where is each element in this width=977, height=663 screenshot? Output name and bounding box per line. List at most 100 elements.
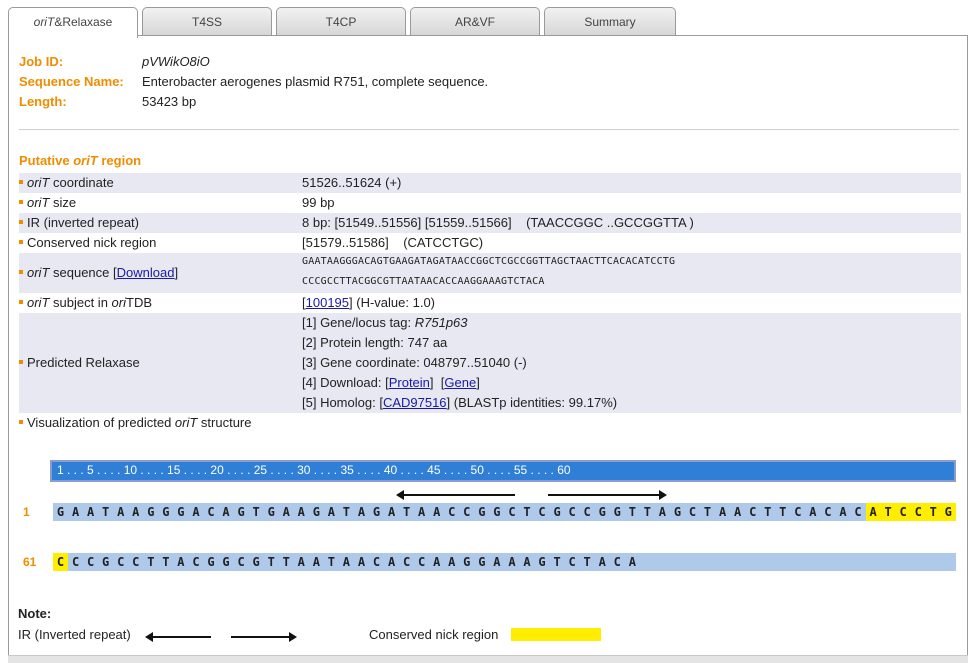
- base: A: [342, 555, 351, 569]
- base: A: [433, 505, 441, 519]
- base: A: [357, 505, 366, 519]
- base: C: [237, 555, 245, 569]
- base: T: [628, 505, 636, 519]
- viz-pre: Visualization of predicted: [27, 415, 175, 430]
- base: C: [402, 555, 411, 569]
- base: A: [523, 555, 531, 569]
- base: C: [71, 555, 80, 569]
- gene-download-link[interactable]: Gene: [444, 375, 476, 390]
- ir-left-arrow: [396, 490, 515, 500]
- base: T: [402, 505, 411, 519]
- base: C: [87, 555, 95, 569]
- base: G: [478, 555, 486, 569]
- base: C: [372, 555, 381, 569]
- base: A: [865, 503, 881, 521]
- tab-orit-relaxase[interactable]: oriT&Relaxase: [8, 7, 138, 38]
- homolog-link[interactable]: CAD97516: [383, 395, 447, 410]
- orit-size-value: 99 bp: [302, 195, 335, 210]
- tab-summary[interactable]: Summary: [544, 7, 676, 36]
- orit-size-row: oriT size 99 bp: [19, 193, 961, 213]
- base: A: [658, 505, 667, 519]
- bottom-scroll-edge: [8, 655, 968, 663]
- sequence-name-value: Enterobacter aerogenes plasmid R751, com…: [142, 74, 489, 89]
- download-mid: ] [: [429, 375, 445, 390]
- base: T: [764, 505, 772, 519]
- base: T: [327, 555, 335, 569]
- base: A: [839, 505, 847, 519]
- h-value: (H-value: 1.0): [356, 295, 435, 310]
- base: T: [342, 505, 351, 519]
- ir-label: IR (inverted repeat): [19, 213, 139, 233]
- base: G: [177, 505, 185, 519]
- tab-orit-italic: oriT: [33, 15, 55, 29]
- label-mid: subject in: [49, 295, 112, 310]
- label-italic: oriT: [27, 265, 50, 280]
- base: T: [282, 555, 290, 569]
- gene-tag-value: R751p63: [414, 315, 468, 330]
- orit-size-label: oriT size: [19, 193, 76, 213]
- base: G: [493, 505, 501, 519]
- base: C: [192, 555, 200, 569]
- base: C: [749, 505, 757, 519]
- base: T: [643, 505, 651, 519]
- base: T: [162, 555, 170, 569]
- tab-t4ss[interactable]: T4SS: [142, 7, 272, 36]
- base: A: [508, 555, 516, 569]
- base: G: [267, 505, 275, 519]
- length-value: 53423 bp: [142, 94, 197, 109]
- section-title-post: region: [97, 153, 142, 168]
- relaxase-gene-tag: [1] Gene/locus tag: R751p63: [302, 313, 468, 333]
- base: C: [613, 555, 621, 569]
- base: C: [910, 503, 926, 521]
- base: T: [583, 555, 591, 569]
- tab-t4cp[interactable]: T4CP: [276, 7, 406, 36]
- orit-sequence-line-2: CCCGCCTTACGGCGTTAATAACACCAAGGAAAGTCTACA: [302, 276, 545, 287]
- tab-ar-vf[interactable]: AR&VF: [410, 7, 540, 36]
- orit-coordinate-row: oriT coordinate 51526..51624 (+): [19, 173, 961, 193]
- base: C: [824, 505, 832, 519]
- base: T: [267, 555, 275, 569]
- label-end: TDB: [126, 295, 152, 310]
- base: C: [794, 505, 802, 519]
- label-italic-2: ori: [111, 295, 126, 310]
- base: G: [162, 505, 170, 519]
- base: C: [538, 505, 546, 519]
- orit-subject-link[interactable]: 100195: [306, 295, 349, 310]
- orit-download-link[interactable]: Download: [117, 265, 175, 280]
- label-italic: oriT: [27, 175, 50, 190]
- relaxase-gene-coordinate: [3] Gene coordinate: 048797..51040 (-): [302, 355, 527, 370]
- base: G: [222, 555, 230, 569]
- orit-coordinate-label: oriT coordinate: [19, 173, 114, 193]
- base: T: [925, 503, 941, 521]
- base: C: [583, 505, 591, 519]
- orit-subject-value: [100195] (H-value: 1.0): [302, 295, 435, 310]
- label-end: ]: [174, 265, 179, 280]
- nick-legend-label: Conserved nick region: [369, 627, 499, 642]
- visualization-label: Visualization of predicted oriT structur…: [19, 413, 252, 433]
- base: G: [312, 505, 320, 519]
- base: A: [809, 505, 817, 519]
- protein-download-link[interactable]: Protein: [389, 375, 430, 390]
- relaxase-homolog: [5] Homolog: [CAD97516] (BLASTp identiti…: [302, 393, 617, 413]
- base: C: [53, 553, 69, 571]
- base: A: [71, 505, 80, 519]
- relaxase-protein-length: [2] Protein length: 747 aa: [302, 335, 448, 350]
- label-rest: sequence [: [49, 265, 117, 280]
- base: C: [117, 555, 125, 569]
- base: T: [102, 505, 110, 519]
- homolog-end: ] (BLASTp identities: 99.17%): [446, 395, 618, 410]
- base: T: [880, 503, 896, 521]
- sequence-row-1: GAATAAGGGACAGTGAAGATAGATAACCGGCTCGCCGGTT…: [53, 503, 956, 521]
- download-pre: [4] Download: [: [302, 375, 389, 390]
- base: C: [568, 505, 576, 519]
- base: A: [297, 555, 305, 569]
- base: G: [372, 505, 381, 519]
- base: G: [478, 505, 486, 519]
- ir-right-arrow: [548, 490, 667, 500]
- sequence-row-2: CCCGCCTTACGGCGTTAATAACACCAAGGAAAGTCTACA: [53, 553, 956, 571]
- base: G: [940, 503, 956, 521]
- base: C: [132, 555, 140, 569]
- sequence-name-label: Sequence Name:: [19, 74, 124, 89]
- tab-orit-rest: &Relaxase: [54, 15, 113, 29]
- nick-legend-swatch: [511, 628, 601, 641]
